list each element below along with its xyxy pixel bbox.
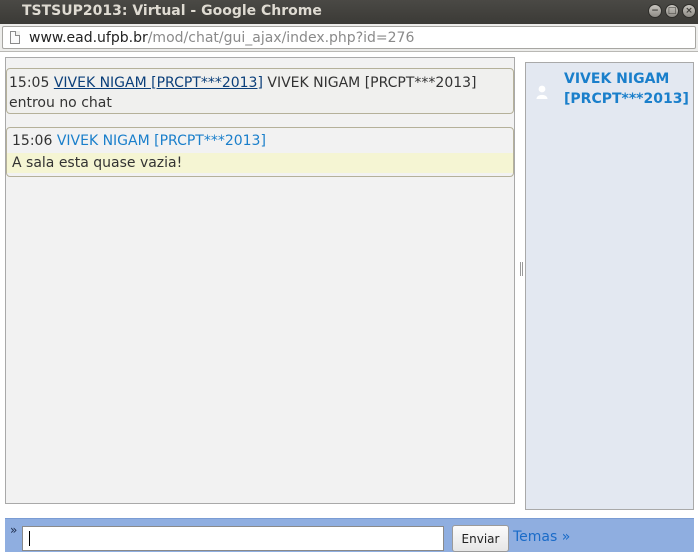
close-button[interactable]: × xyxy=(682,4,696,18)
chat-message: 15:06 VIVEK NIGAM [PRCPT***2013] A sala … xyxy=(6,127,514,177)
url-text: www.ead.ufpb.br/mod/chat/gui_ajax/index.… xyxy=(29,30,414,46)
prompt-icon: » xyxy=(10,523,18,537)
user-name[interactable]: VIVEK NIGAM [PRCPT***2013] xyxy=(564,69,689,109)
message-header: 15:06 VIVEK NIGAM [PRCPT***2013] xyxy=(7,132,513,151)
panel-splitter-handle[interactable] xyxy=(520,262,523,276)
users-panel: VIVEK NIGAM [PRCPT***2013] xyxy=(525,62,694,510)
window-controls: − □ × xyxy=(648,4,696,18)
message-time: 15:05 xyxy=(9,75,50,91)
user-avatar-icon xyxy=(536,85,548,99)
input-bar: » Enviar Temas » xyxy=(5,518,694,552)
page-icon xyxy=(10,31,20,44)
send-button[interactable]: Enviar xyxy=(452,525,509,552)
chat-message-system: 15:05 VIVEK NIGAM [PRCPT***2013] VIVEK N… xyxy=(6,68,514,114)
url-field[interactable]: www.ead.ufpb.br/mod/chat/gui_ajax/index.… xyxy=(2,26,696,49)
message-time: 15:06 xyxy=(12,133,53,149)
url-path: /mod/chat/gui_ajax/index.php?id=276 xyxy=(147,30,415,46)
url-host: www.ead.ufpb.br xyxy=(29,30,148,46)
message-input[interactable] xyxy=(22,526,444,551)
message-text: A sala esta quase vazia! xyxy=(7,153,513,173)
minimize-button[interactable]: − xyxy=(648,4,662,18)
chat-page: 15:05 VIVEK NIGAM [PRCPT***2013] VIVEK N… xyxy=(0,52,698,552)
address-bar: www.ead.ufpb.br/mod/chat/gui_ajax/index.… xyxy=(0,24,698,52)
themes-link[interactable]: Temas » xyxy=(513,529,570,545)
maximize-button[interactable]: □ xyxy=(665,4,679,18)
message-user: VIVEK NIGAM [PRCPT***2013] xyxy=(56,133,266,149)
title-bar: TSTSUP2013: Virtual - Google Chrome − □ … xyxy=(0,0,698,24)
browser-window: TSTSUP2013: Virtual - Google Chrome − □ … xyxy=(0,0,698,552)
message-user-link[interactable]: VIVEK NIGAM [PRCPT***2013] xyxy=(54,75,263,91)
window-title: TSTSUP2013: Virtual - Google Chrome xyxy=(22,3,322,19)
text-caret xyxy=(29,531,30,546)
messages-panel: 15:05 VIVEK NIGAM [PRCPT***2013] VIVEK N… xyxy=(5,57,515,504)
